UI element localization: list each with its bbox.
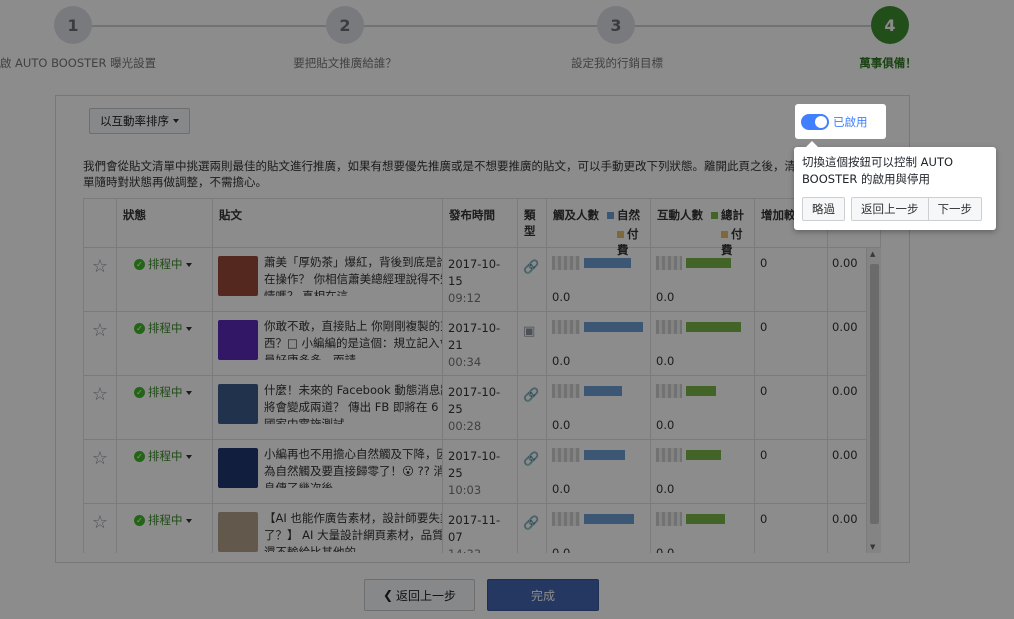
popover-prev-button[interactable]: 返回上一步 <box>851 197 929 221</box>
skip-button[interactable]: 略過 <box>802 197 845 221</box>
tour-overlay <box>0 0 1014 619</box>
popover-text: 切換這個按鈕可以控制 AUTO BOOSTER 的啟用與停用 <box>802 155 954 186</box>
tour-popover: 切換這個按鈕可以控制 AUTO BOOSTER 的啟用與停用 略過 返回上一步 … <box>794 141 996 230</box>
auto-booster-toggle-highlight: 已啟用 <box>795 104 886 139</box>
auto-booster-toggle[interactable] <box>801 113 829 130</box>
popover-next-button[interactable]: 下一步 <box>928 197 982 221</box>
toggle-knob <box>815 115 827 128</box>
toggle-label: 已啟用 <box>833 114 868 129</box>
